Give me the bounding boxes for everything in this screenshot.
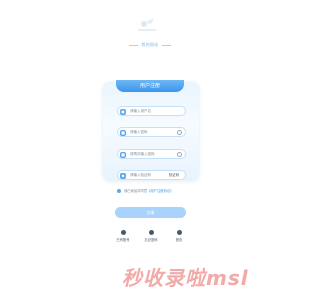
username-placeholder: 请输入用户名 — [130, 109, 151, 113]
password-placeholder: 请输入密码 — [130, 130, 148, 134]
person-icon — [120, 230, 126, 235]
register-button[interactable]: 注册 — [115, 207, 186, 218]
home-link-label: 首页 — [175, 238, 183, 242]
form-title: 用户注册 — [116, 80, 184, 92]
forgot-password-link[interactable]: 忘记密码 — [139, 230, 163, 248]
key-icon — [148, 230, 154, 235]
password-field[interactable]: ■ 请输入密码 — [117, 127, 186, 137]
lock-icon: ■ — [120, 151, 126, 158]
user-icon: ● — [120, 108, 126, 115]
eye-icon[interactable] — [177, 130, 182, 135]
confirm-password-field[interactable]: ■ 请再次输入密码 — [117, 149, 186, 159]
confirm-password-placeholder: 请再次输入密码 — [130, 152, 155, 156]
site-logo-icon — [138, 18, 156, 31]
tagline: 我的网站 — [0, 42, 300, 48]
username-field[interactable]: ● 请输入用户名 — [117, 106, 186, 116]
home-link[interactable]: 首页 — [167, 230, 191, 248]
lock-icon: ■ — [120, 129, 126, 136]
watermark: 秒收录啦msl — [122, 266, 249, 290]
home-icon — [176, 230, 182, 235]
agreement-checkbox[interactable] — [117, 189, 121, 193]
agreement-link[interactable]: 《用户注册协议》 — [147, 189, 173, 193]
login-link[interactable]: 已有账号 — [111, 230, 135, 248]
footer-links: 已有账号 忘记密码 首页 — [111, 230, 191, 248]
captcha-field[interactable]: ◆ 请输入验证码 验证码 — [117, 170, 186, 180]
captcha-image[interactable]: 验证码 — [165, 172, 183, 179]
tagline-text: 我的网站 — [141, 42, 159, 47]
agreement-text: 我已阅读并同意 — [124, 189, 148, 193]
forgot-password-label: 忘记密码 — [144, 238, 158, 242]
eye-icon[interactable] — [177, 152, 182, 157]
captcha-placeholder: 请输入验证码 — [130, 173, 151, 177]
login-link-label: 已有账号 — [116, 238, 130, 242]
agreement-row[interactable]: 我已阅读并同意《用户注册协议》 — [117, 188, 173, 193]
shield-icon: ◆ — [120, 172, 126, 179]
